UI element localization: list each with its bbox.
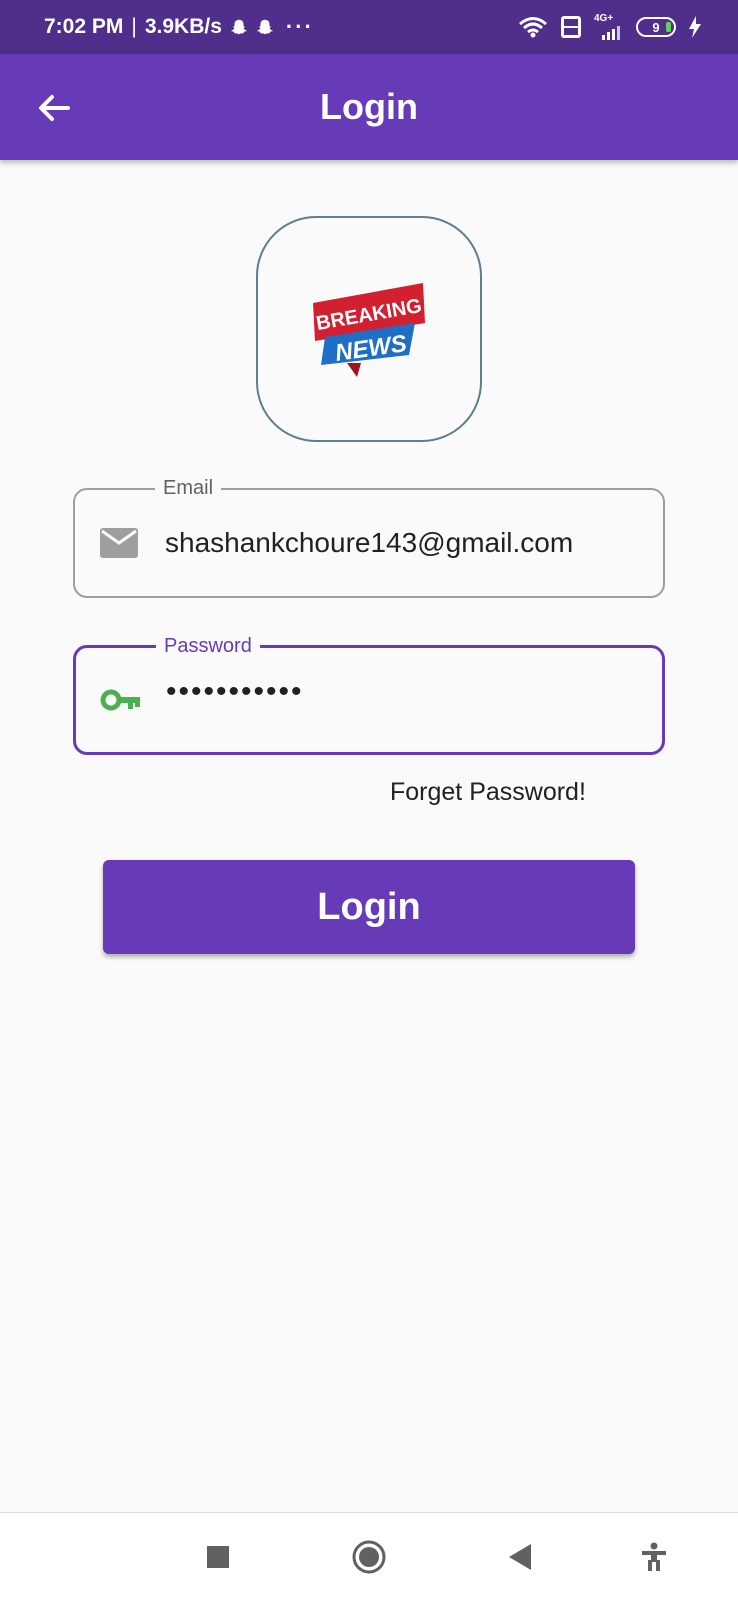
- mail-icon: [100, 528, 138, 558]
- email-input[interactable]: shashankchoure143@gmail.com: [165, 527, 643, 559]
- battery-fill: [666, 22, 671, 32]
- forget-password-link[interactable]: Forget Password!: [390, 778, 586, 807]
- accessibility-icon: [642, 1542, 666, 1571]
- password-label: Password: [156, 634, 260, 658]
- app-bar: Login: [0, 54, 738, 160]
- arrow-back-icon: [39, 95, 70, 121]
- more-notifications-icon: ···: [285, 14, 314, 39]
- status-bar: 7:02 PM | 3.9KB/s ··· 4G+ 9: [0, 0, 738, 54]
- volte-icon: [561, 16, 581, 38]
- email-field[interactable]: Email shashankchoure143@gmail.com: [73, 476, 665, 598]
- password-field[interactable]: Password •••••••••••: [73, 634, 665, 755]
- email-label: Email: [155, 476, 222, 500]
- square-icon: [207, 1546, 229, 1568]
- status-right: 4G+ 9: [518, 14, 702, 40]
- page-title: Login: [320, 86, 418, 127]
- status-left: 7:02 PM | 3.9KB/s ···: [44, 14, 314, 40]
- system-nav-bar: [0, 1512, 738, 1600]
- key-icon: [100, 689, 140, 711]
- recents-button[interactable]: [194, 1533, 242, 1581]
- triangle-back-icon: [509, 1544, 531, 1570]
- breaking-news-logo: BREAKING NEWS: [313, 283, 425, 377]
- status-time: 7:02 PM: [44, 15, 124, 38]
- signal-icon: 4G+: [594, 14, 624, 40]
- login-button[interactable]: Login: [103, 860, 635, 954]
- status-separator: |: [131, 15, 137, 38]
- snapchat-icon-2: [256, 19, 273, 35]
- back-button[interactable]: [34, 88, 74, 128]
- signal-bars-icon: [602, 26, 620, 40]
- status-network-speed: 3.9KB/s: [144, 15, 222, 38]
- home-button[interactable]: [345, 1533, 393, 1581]
- network-type: 4G+: [594, 13, 614, 24]
- charging-icon: [689, 16, 701, 38]
- snapchat-icon: [230, 19, 247, 35]
- wifi-icon: [519, 17, 547, 38]
- back-nav-button[interactable]: [496, 1533, 544, 1581]
- battery-icon: 9: [636, 17, 676, 37]
- circle-icon: [352, 1540, 386, 1574]
- battery-level: 9: [652, 19, 660, 35]
- app-logo: BREAKING NEWS: [256, 216, 482, 442]
- password-input[interactable]: •••••••••••: [166, 675, 642, 709]
- accessibility-button[interactable]: [630, 1533, 678, 1581]
